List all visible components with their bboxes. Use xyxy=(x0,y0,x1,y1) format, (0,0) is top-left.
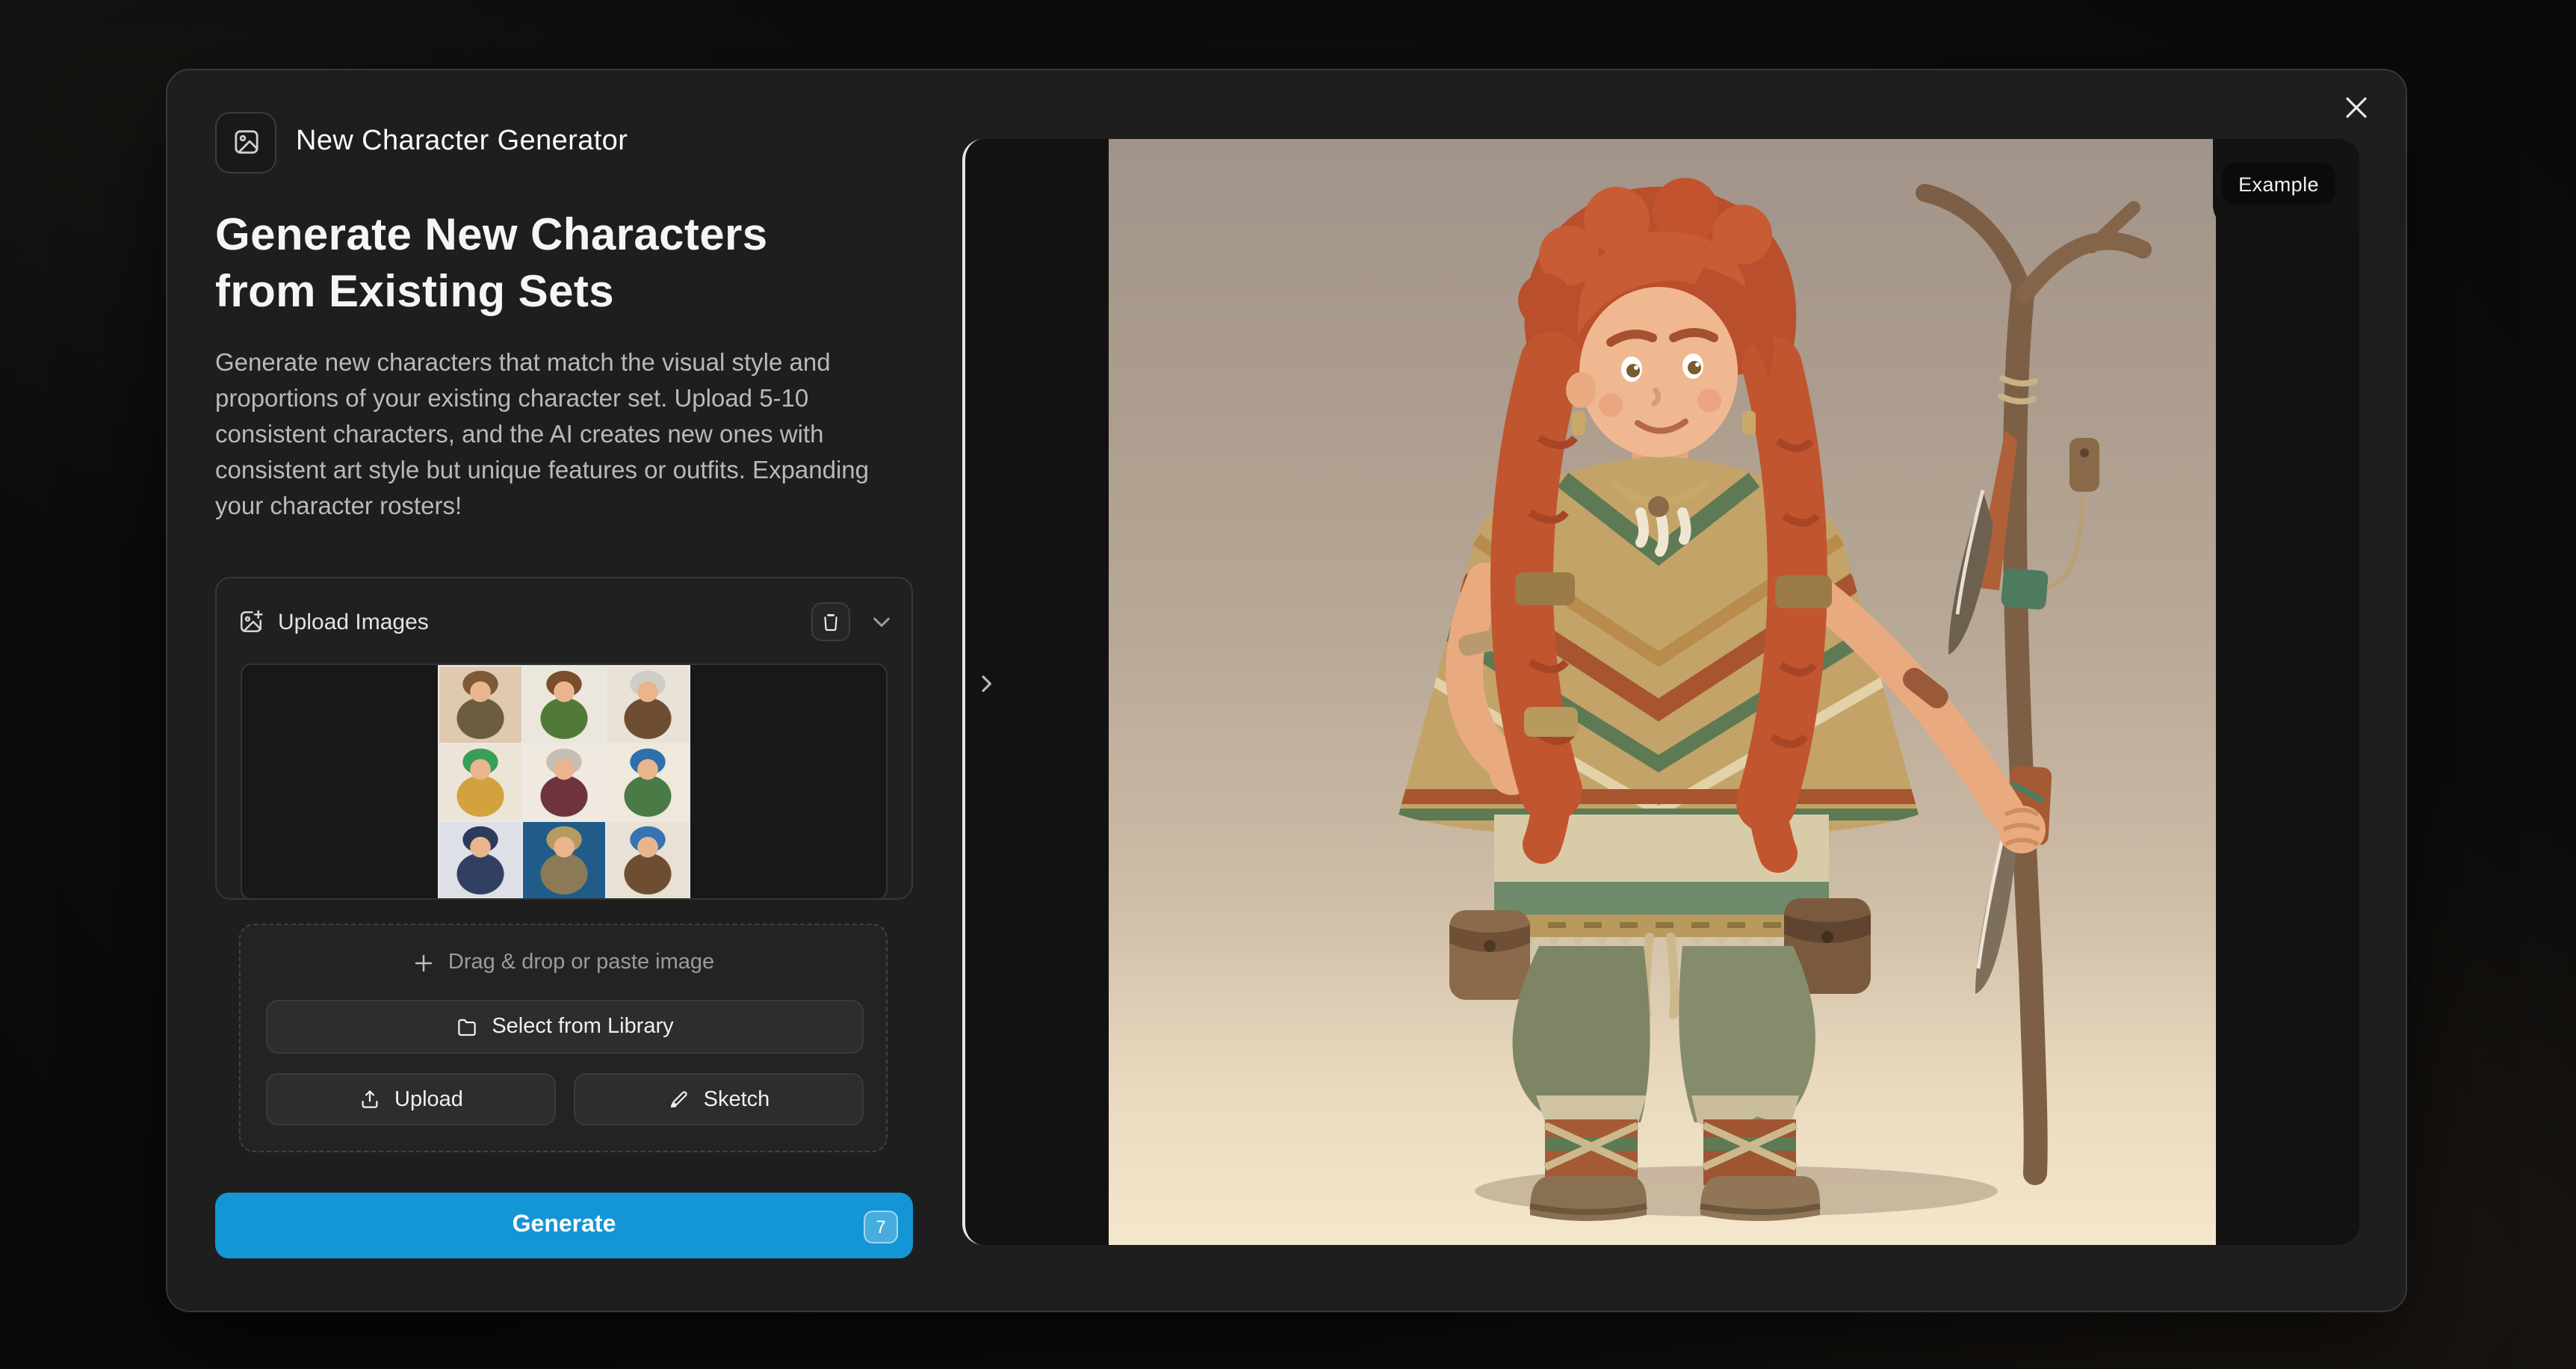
preview-panel: Example xyxy=(962,139,2359,1245)
example-character-image xyxy=(1109,139,2216,1245)
credits-badge: 7 xyxy=(864,1211,898,1243)
close-button[interactable] xyxy=(2340,91,2373,124)
character-generator-modal: New Character Generator Generate New Cha… xyxy=(166,69,2407,1312)
page-background: New Character Generator Generate New Cha… xyxy=(0,0,2576,1369)
thumbnail-green-haired-girl[interactable] xyxy=(439,744,521,820)
thumbnail-deep-sea-diver[interactable] xyxy=(523,821,605,897)
select-from-library-label: Select from Library xyxy=(492,1015,673,1039)
sketch-label: Sketch xyxy=(704,1087,770,1111)
upload-icon xyxy=(359,1088,381,1110)
upload-card-header: Upload Images xyxy=(217,578,911,652)
generate-button[interactable]: Generate 7 xyxy=(215,1193,913,1258)
select-from-library-button[interactable]: Select from Library xyxy=(266,1000,864,1054)
thumbnail-elder-staff-man[interactable] xyxy=(607,666,689,742)
uploaded-images-box xyxy=(241,664,888,900)
thumbnail-aviator-character[interactable] xyxy=(439,666,521,742)
page-title: Generate New Characters from Existing Se… xyxy=(215,208,873,321)
plus-icon xyxy=(412,951,435,974)
chevron-down-icon[interactable] xyxy=(870,610,894,634)
close-icon xyxy=(2343,94,2370,121)
thumbnail-sea-captain[interactable] xyxy=(439,821,521,897)
dropzone[interactable]: Drag & drop or paste image Select from L… xyxy=(239,924,888,1152)
thumbnail-blue-haired-adventurer[interactable] xyxy=(607,821,689,897)
sketch-button[interactable]: Sketch xyxy=(574,1073,864,1125)
dropzone-hint: Drag & drop or paste image xyxy=(448,951,714,974)
generate-label: Generate xyxy=(513,1212,616,1239)
upload-label: Upload xyxy=(394,1087,463,1111)
left-panel: New Character Generator Generate New Cha… xyxy=(215,112,917,525)
image-plus-icon xyxy=(238,608,264,635)
example-badge-backdrop: Example xyxy=(2213,139,2359,232)
upload-button[interactable]: Upload xyxy=(266,1073,556,1125)
thumbnail-motorcycle-rider[interactable] xyxy=(523,666,605,742)
chevron-right-icon[interactable] xyxy=(974,670,998,698)
image-icon xyxy=(215,111,276,173)
upload-section-label: Upload Images xyxy=(278,609,811,634)
folder-icon xyxy=(456,1016,478,1038)
thumbnail-grid xyxy=(438,664,690,899)
clear-images-button[interactable] xyxy=(811,602,850,641)
pen-icon xyxy=(668,1088,690,1110)
character-illustration xyxy=(1109,139,2216,1245)
trash-icon xyxy=(820,611,841,632)
modal-title: New Character Generator xyxy=(296,126,628,158)
thumbnail-blue-haired-scarf-guy[interactable] xyxy=(607,744,689,820)
example-badge: Example xyxy=(2222,163,2335,205)
modal-header: New Character Generator xyxy=(215,112,917,172)
upload-images-card: Upload Images xyxy=(215,577,913,900)
thumbnail-elder-staff-woman[interactable] xyxy=(523,744,605,820)
description-text: Generate new characters that match the v… xyxy=(215,345,917,525)
dropzone-hint-row: Drag & drop or paste image xyxy=(241,951,886,974)
